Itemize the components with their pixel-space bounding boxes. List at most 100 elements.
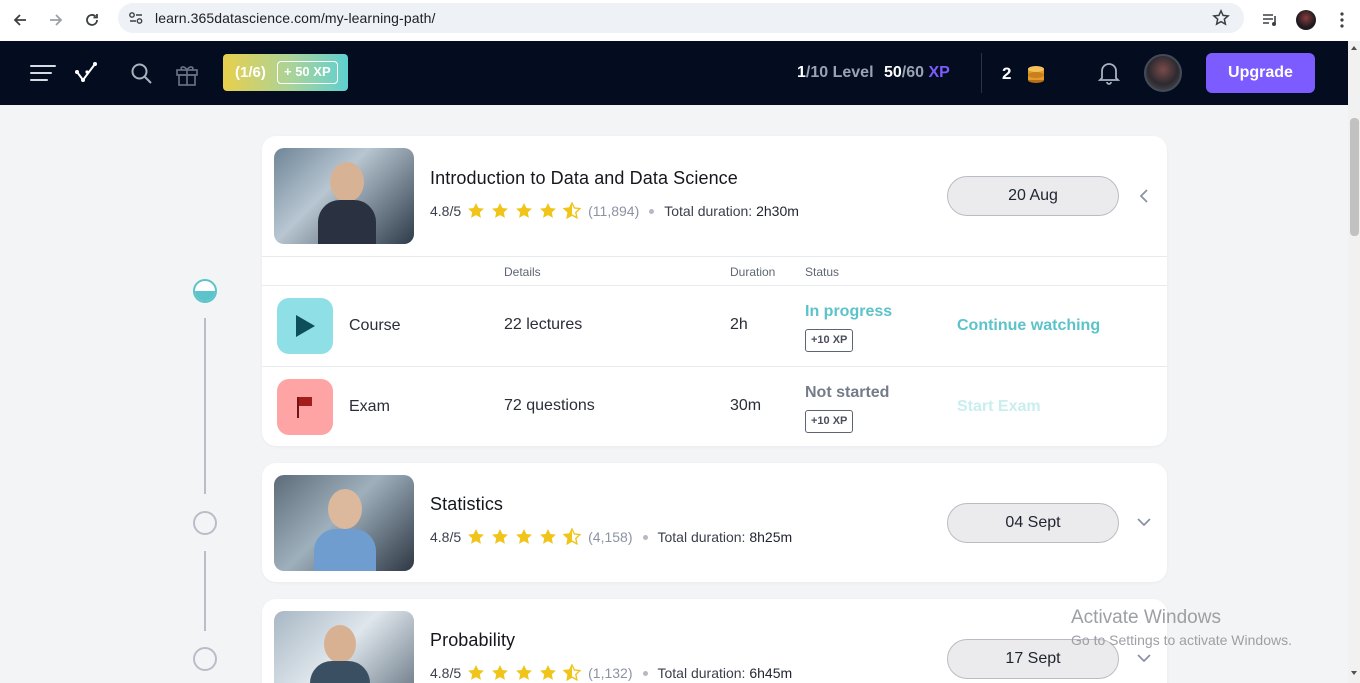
separator-dot [642,534,648,540]
star-icon [540,665,557,680]
rating-value: 4.8/5 [430,665,462,681]
rating-row: 4.8/5 (1,132) Total duration: 6h45m [430,664,792,682]
course-title[interactable]: Statistics [430,494,503,515]
media-control-icon[interactable] [1257,7,1283,33]
column-header-status: Status [805,265,840,279]
star-icon [492,203,509,218]
back-arrow-icon[interactable] [7,7,33,33]
rating-value: 4.8/5 [430,203,462,219]
continue-watching-link[interactable]: Continue watching [957,317,1100,335]
scroll-up-arrow-icon[interactable] [1350,44,1358,52]
status-badge: In progress [805,303,893,320]
browser-menu-icon[interactable] [1329,7,1355,33]
course-thumbnail [274,475,414,571]
rating-value: 4.8/5 [430,529,462,545]
quest-count: (1/6) [235,64,266,81]
timeline-node [193,647,217,671]
target-date-button[interactable]: 04 Sept [947,503,1119,543]
flag-icon [297,397,312,418]
scrollbar-thumb[interactable] [1350,118,1359,236]
star-icon [468,665,485,680]
table-row: Course 22 lectures 2h In progress +10 XP… [262,286,1167,366]
rating-stars [467,202,582,220]
logo-icon[interactable] [74,60,98,84]
total-duration: Total duration: 6h45m [657,665,793,681]
row-type: Course [349,317,401,334]
timeline-line [204,551,206,631]
rating-row: 4.8/5 (4,158) Total duration: 8h25m [430,528,792,546]
row-duration: 2h [730,316,748,333]
star-icon [468,529,485,544]
timeline-line [204,318,206,494]
exam-button[interactable] [277,379,333,435]
chevron-left-icon[interactable] [1136,188,1152,204]
menu-icon[interactable] [30,65,56,81]
watermark-title: Activate Windows [1071,607,1221,628]
half-star-icon [563,528,582,546]
address-bar[interactable]: learn.365datascience.com/my-learning-pat… [118,3,1244,33]
course-card[interactable]: Statistics 4.8/5 (4,158) Total duration:… [262,463,1167,582]
half-star-icon [563,202,582,220]
course-card[interactable]: Introduction to Data and Data Science 4.… [262,136,1167,446]
half-star-icon [563,664,582,682]
star-icon [516,665,533,680]
target-date-button[interactable]: 20 Aug [947,176,1119,216]
chevron-down-icon[interactable] [1136,650,1152,666]
coins-count: 2 [1002,64,1012,83]
row-details: 22 lectures [504,316,583,333]
watermark-subtitle: Go to Settings to activate Windows. [1071,632,1292,648]
forward-arrow-icon[interactable] [43,7,69,33]
star-icon [492,665,509,680]
table-row: Exam 72 questions 30m Not started +10 XP… [262,366,1167,446]
bell-icon[interactable] [1097,60,1121,86]
bookmark-star-icon[interactable] [1212,9,1230,27]
header-divider [981,53,982,93]
chevron-down-icon[interactable] [1136,514,1152,530]
course-card[interactable]: Probability 4.8/5 (1,132) Total duration… [262,599,1167,683]
quest-xp-badge: + 50 XP [277,61,338,84]
course-thumbnail [274,611,414,683]
course-play-button[interactable] [277,298,333,354]
reload-icon[interactable] [79,7,105,33]
row-type: Exam [349,398,390,415]
rating-count: (1,132) [588,665,633,681]
rating-row: 4.8/5 (11,894) Total duration: 2h30m [430,202,799,220]
url-text[interactable]: learn.365datascience.com/my-learning-pat… [155,10,435,26]
play-icon [296,315,315,337]
app-header: (1/6) + 50 XP 1/10 Level 50/60 XP 2 Upgr… [0,41,1348,105]
search-icon[interactable] [129,61,153,85]
level-indicator: 1/10 Level [797,64,874,81]
total-duration: Total duration: 2h30m [664,203,799,219]
row-details: 72 questions [504,397,595,414]
xp-badge: +10 XP [805,329,854,352]
rating-stars [467,528,582,546]
gift-icon[interactable] [174,61,200,87]
user-avatar[interactable] [1144,54,1182,92]
profile-avatar-icon[interactable] [1293,7,1319,33]
site-settings-icon[interactable] [128,10,144,26]
row-duration: 30m [730,397,762,414]
status-badge: Not started [805,384,890,401]
table-header: Details Duration Status [262,256,1167,286]
star-icon [468,203,485,218]
star-icon [516,529,533,544]
rating-count: (4,158) [588,529,633,545]
scroll-down-arrow-icon[interactable] [1350,669,1358,677]
separator-dot [642,670,648,676]
total-duration: Total duration: 8h25m [657,529,793,545]
star-icon [516,203,533,218]
timeline-node [193,511,217,535]
coins-icon [1028,66,1044,83]
rating-count: (11,894) [588,203,640,219]
star-icon [540,529,557,544]
course-title[interactable]: Probability [430,630,515,651]
course-title[interactable]: Introduction to Data and Data Science [430,168,738,189]
start-exam-link[interactable]: Start Exam [957,398,1041,416]
xp-indicator: 50/60 XP [884,64,950,81]
quests-progress-button[interactable]: (1/6) + 50 XP [223,54,348,91]
timeline-node-in-progress [193,279,217,303]
column-header-duration: Duration [730,265,776,279]
course-thumbnail [274,148,414,244]
star-icon [540,203,557,218]
upgrade-button[interactable]: Upgrade [1206,53,1315,93]
